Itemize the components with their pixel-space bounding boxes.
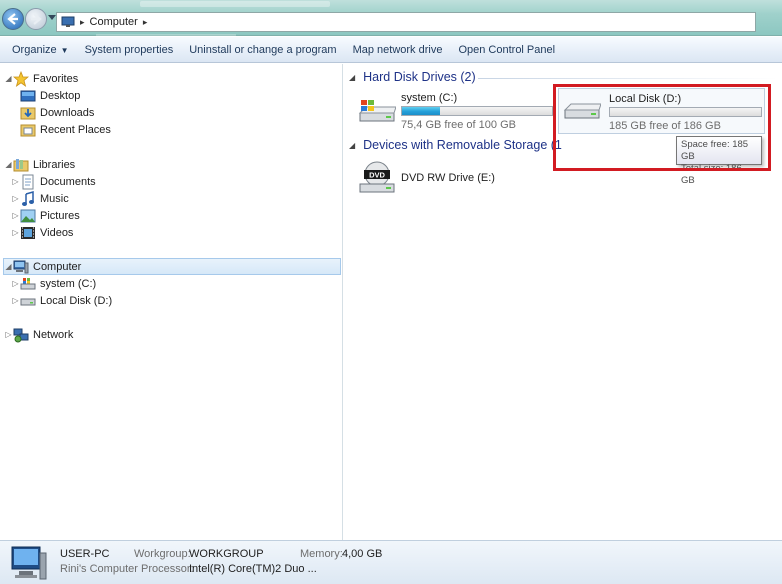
expand-arrow-icon[interactable]: ▷ [11, 177, 20, 186]
nav-label: Pictures [40, 209, 80, 222]
breadcrumb-separator-icon[interactable]: ▸ [143, 17, 148, 28]
nav-item-recent-places[interactable]: Recent Places [20, 121, 330, 138]
pictures-icon [20, 208, 36, 224]
recent-places-icon [20, 122, 36, 138]
group-header-hard-disk-drives[interactable]: ◢ Hard Disk Drives (2) [349, 70, 476, 84]
network-icon [13, 327, 29, 343]
workgroup-label: Workgroup: [134, 548, 191, 560]
group-header-removable-storage[interactable]: ◢ Devices with Removable Storage (1 [349, 138, 562, 152]
drive-system-c[interactable]: system (C:) 75,4 GB free of 100 GB [344, 88, 554, 134]
forward-arrow-icon [31, 13, 42, 25]
drive-usage-fill [402, 107, 440, 115]
dvd-drive-icon: DVD [359, 161, 395, 193]
drive-free-space: 75,4 GB free of 100 GB [401, 119, 516, 131]
star-icon [12, 70, 30, 87]
computer-large-icon [11, 546, 47, 580]
collapse-group-icon[interactable]: ◢ [349, 141, 355, 150]
windows-drive-icon [20, 276, 36, 292]
libraries-icon [13, 157, 29, 173]
breadcrumb-computer[interactable]: Computer [90, 16, 138, 28]
desktop-icon [20, 88, 36, 104]
nav-item-documents[interactable]: ▷ Documents [11, 173, 331, 190]
back-button[interactable] [2, 8, 24, 30]
group-header-label: Hard Disk Drives (2) [363, 70, 476, 84]
collapse-group-icon[interactable]: ◢ [349, 73, 355, 82]
expand-arrow-icon[interactable]: ▷ [11, 228, 20, 237]
nav-label: Desktop [40, 89, 81, 102]
group-divider [478, 78, 778, 79]
content-pane: ◢ Hard Disk Drives (2) system (C:) 75,4 … [344, 64, 782, 540]
collapse-arrow-icon[interactable]: ◢ [4, 74, 13, 83]
collapse-arrow-icon[interactable]: ◢ [4, 262, 13, 271]
title-bar: ▸ Computer ▸ [0, 0, 782, 38]
nav-label: Computer [33, 260, 82, 273]
nav-label: system (C:) [40, 277, 97, 290]
pc-name: USER-PC [60, 548, 110, 560]
nav-label: Recent Places [40, 123, 111, 136]
drive-name: DVD RW Drive (E:) [401, 172, 495, 184]
nav-item-favorites[interactable]: ◢ Favorites [4, 70, 334, 87]
nav-label: Videos [40, 226, 74, 239]
organize-label: Organize [12, 43, 57, 56]
open-control-panel-button[interactable]: Open Control Panel [450, 40, 563, 60]
address-bar[interactable]: ▸ Computer ▸ [56, 12, 756, 32]
nav-label: Music [40, 192, 69, 205]
system-properties-button[interactable]: System properties [77, 40, 182, 60]
uninstall-program-button[interactable]: Uninstall or change a program [181, 40, 344, 60]
nav-item-libraries[interactable]: ◢ Libraries [4, 156, 334, 173]
nav-item-pictures[interactable]: ▷ Pictures [11, 207, 331, 224]
videos-icon [20, 225, 36, 241]
command-toolbar: Organize ▼ System properties Uninstall or… [0, 37, 782, 63]
nav-item-system-c[interactable]: ▷ system (C:) [11, 275, 331, 292]
organize-button[interactable]: Organize ▼ [4, 40, 77, 60]
nav-label: Local Disk (D:) [40, 294, 113, 307]
drive-usage-bar [401, 106, 553, 116]
processor-label: Processor: [141, 563, 194, 575]
breadcrumb-separator-icon[interactable]: ▸ [80, 17, 85, 28]
nav-item-videos[interactable]: ▷ Videos [11, 224, 331, 241]
memory-value: 4,00 GB [342, 548, 383, 560]
expand-arrow-icon[interactable]: ▷ [11, 296, 20, 305]
forward-button[interactable] [25, 8, 47, 30]
nav-item-local-disk-d[interactable]: ▷ Local Disk (D:) [11, 292, 331, 309]
details-pane: USER-PC Rini's Computer Workgroup: WORKG… [0, 540, 782, 584]
nav-label: Network [33, 328, 74, 341]
nav-item-desktop[interactable]: Desktop [20, 87, 330, 104]
hard-drive-icon [20, 293, 36, 309]
map-network-drive-button[interactable]: Map network drive [345, 40, 451, 60]
nav-item-downloads[interactable]: Downloads [20, 104, 330, 121]
collapse-arrow-icon[interactable]: ◢ [4, 160, 13, 169]
nav-label: Documents [40, 175, 96, 188]
navigation-pane: ◢ Favorites Desktop Downloads Recent Pla… [0, 64, 343, 540]
expand-arrow-icon[interactable]: ▷ [11, 211, 20, 220]
nav-item-computer[interactable]: ◢ Computer [3, 258, 341, 275]
nav-item-music[interactable]: ▷ Music [11, 190, 331, 207]
expand-arrow-icon[interactable]: ▷ [11, 194, 20, 203]
nav-label: Favorites [33, 72, 79, 85]
computer-small-icon [61, 16, 75, 27]
recent-pages-dropdown-icon[interactable] [48, 15, 56, 21]
expand-arrow-icon[interactable]: ▷ [4, 330, 13, 339]
windows-drive-icon [358, 100, 396, 122]
music-icon [20, 190, 36, 207]
nav-label: Downloads [40, 106, 95, 119]
blurred-title [140, 1, 330, 7]
back-arrow-icon [7, 13, 18, 25]
dvd-logo-text: DVD [369, 171, 385, 180]
downloads-folder-icon [20, 105, 36, 121]
drive-dvd-rw-e[interactable]: DVD DVD RW Drive (E:) [344, 158, 554, 200]
group-header-label: Devices with Removable Storage (1 [363, 138, 562, 152]
documents-icon [20, 174, 36, 190]
drive-name: system (C:) [401, 92, 458, 104]
nav-label: Libraries [33, 158, 76, 171]
processor-value: Intel(R) Core(TM)2 Duo ... [189, 563, 317, 575]
highlight-box [553, 84, 771, 171]
nav-item-network[interactable]: ▷ Network [4, 326, 334, 343]
chevron-down-icon: ▼ [60, 45, 69, 55]
computer-icon [13, 259, 29, 275]
workgroup-value: WORKGROUP [189, 548, 264, 560]
expand-arrow-icon[interactable]: ▷ [11, 279, 20, 288]
memory-label: Memory: [300, 548, 343, 560]
pc-owner: Rini's Computer [60, 563, 138, 575]
